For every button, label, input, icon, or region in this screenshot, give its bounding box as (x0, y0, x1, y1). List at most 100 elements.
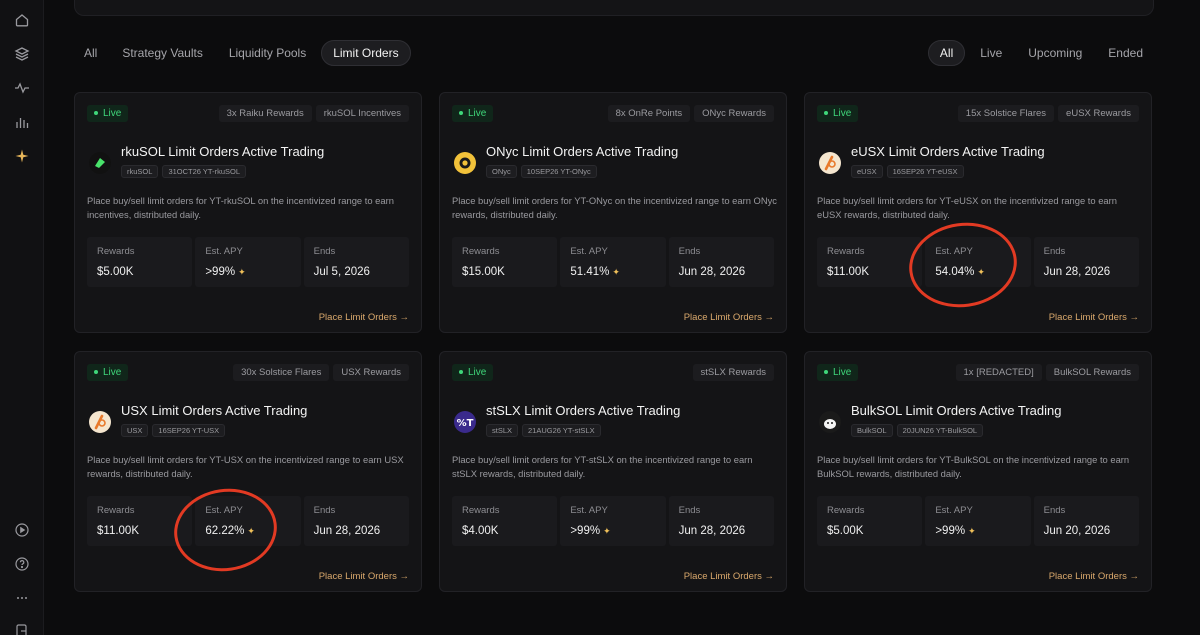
bar-chart-icon[interactable] (13, 113, 31, 131)
ends-label: Ends (313, 246, 336, 257)
ends-label: Ends (1043, 246, 1066, 257)
layers-icon[interactable] (13, 45, 31, 63)
live-dot-icon (459, 111, 463, 115)
vault-card[interactable]: Live 3x Raiku Rewards rkuSOL Incentives r… (74, 92, 422, 333)
apy-amount: 54.04% (935, 266, 975, 278)
apy-value: >99% ✦ (570, 525, 655, 537)
vault-card[interactable]: Live stSLX Rewards %T stSLX Limit Orders… (439, 351, 787, 592)
ends-stat: Ends Jun 28, 2026 (1033, 237, 1139, 287)
status-badge: Live (452, 363, 494, 381)
apy-label: Est. APY (570, 505, 608, 516)
place-limit-orders-link[interactable]: Place Limit Orders → (684, 312, 774, 323)
live-dot-icon (824, 370, 828, 374)
apy-amount: 51.41% (570, 266, 610, 278)
place-limit-orders-link[interactable]: Place Limit Orders → (1049, 571, 1139, 582)
card-title[interactable]: eUSX Limit Orders Active Trading (851, 144, 1045, 159)
sparkle-icon[interactable]: ✦ (968, 526, 976, 537)
rewards-value: $4.00K (462, 525, 547, 537)
token-tag: 16SEP26 YT-USX (152, 424, 226, 437)
apy-amount: >99% (205, 266, 236, 278)
filter-strategy-vaults[interactable]: Strategy Vaults (111, 40, 213, 66)
apy-label: Est. APY (935, 505, 973, 516)
status-filter: All Live Upcoming Ended (927, 40, 1154, 66)
token-tag: 21AUG26 YT-stSLX (522, 424, 601, 437)
vault-card[interactable]: Live 1x [REDACTED] BulkSOL Rewards BulkSO… (804, 351, 1152, 592)
place-limit-orders-link[interactable]: Place Limit Orders → (1049, 312, 1139, 323)
card-title[interactable]: rkuSOL Limit Orders Active Trading (121, 144, 324, 159)
ends-value: Jun 20, 2026 (1044, 525, 1129, 537)
ends-value: Jun 28, 2026 (679, 266, 764, 278)
card-header: Live 3x Raiku Rewards rkuSOL Incentives (87, 104, 409, 122)
status-label: Live (103, 366, 122, 378)
ends-label: Ends (1043, 505, 1066, 516)
rewards-amount: $11.00K (827, 266, 869, 278)
status-badge: Live (87, 104, 129, 122)
status-badge: Live (817, 104, 859, 122)
sparkle-icon[interactable]: ✦ (238, 267, 246, 278)
home-icon[interactable] (13, 11, 31, 29)
logout-icon[interactable] (13, 622, 31, 635)
apy-value: >99% ✦ (935, 525, 1020, 537)
status-live[interactable]: Live (969, 40, 1013, 66)
sparkle-icon[interactable]: ✦ (603, 526, 611, 537)
token-tag: BulkSOL (851, 424, 893, 437)
filter-limit-orders[interactable]: Limit Orders (321, 40, 411, 66)
rewards-value: $11.00K (827, 266, 912, 278)
play-circle-icon[interactable] (13, 521, 31, 539)
vault-card[interactable]: Live 15x Solstice Flares eUSX Rewards eUS… (804, 92, 1152, 333)
card-header: Live stSLX Rewards (452, 363, 774, 381)
card-title[interactable]: stSLX Limit Orders Active Trading (486, 403, 680, 418)
token-tag: 20JUN26 YT-BulkSOL (896, 424, 984, 437)
more-icon[interactable] (13, 589, 31, 607)
apy-value: 62.22% ✦ (205, 525, 290, 537)
apy-stat: Est. APY >99% ✦ (560, 496, 666, 546)
place-limit-orders-link[interactable]: Place Limit Orders → (319, 312, 409, 323)
card-title[interactable]: ONyc Limit Orders Active Trading (486, 144, 678, 159)
filter-liquidity-pools[interactable]: Liquidity Pools (218, 40, 317, 66)
rewards-value: $11.00K (97, 525, 182, 537)
rewards-stat: Rewards $11.00K (817, 237, 923, 287)
stats-row: Rewards $15.00K Est. APY 51.41% ✦ Ends Ju… (452, 237, 774, 287)
sparkle-icon[interactable]: ✦ (977, 267, 985, 278)
reward-tag: ONyc Rewards (694, 104, 774, 122)
token-tag: stSLX (486, 424, 519, 437)
status-all[interactable]: All (927, 40, 966, 66)
apy-label: Est. APY (205, 246, 243, 257)
ends-stat: Ends Jun 28, 2026 (668, 237, 774, 287)
reward-tag: eUSX Rewards (1058, 104, 1139, 122)
status-label: Live (468, 366, 487, 378)
card-description: Place buy/sell limit orders for YT-rkuSO… (87, 195, 394, 220)
vault-card[interactable]: Live 8x OnRe Points ONyc Rewards ONyc Lim… (439, 92, 787, 333)
live-dot-icon (459, 370, 463, 374)
token-logo-icon (819, 411, 841, 433)
rewards-tags: stSLX Rewards (692, 363, 774, 381)
live-dot-icon (94, 370, 98, 374)
place-limit-orders-link[interactable]: Place Limit Orders → (684, 571, 774, 582)
sparkle-icon[interactable] (13, 147, 31, 165)
status-upcoming[interactable]: Upcoming (1017, 40, 1093, 66)
reward-tag: 3x Raiku Rewards (218, 104, 312, 122)
apy-stat: Est. APY >99% ✦ (195, 237, 301, 287)
ends-date: Jun 28, 2026 (313, 525, 381, 537)
apy-value: 54.04% ✦ (935, 266, 1020, 278)
activity-icon[interactable] (13, 79, 31, 97)
status-ended[interactable]: Ended (1097, 40, 1154, 66)
status-label: Live (468, 107, 487, 119)
place-limit-orders-link[interactable]: Place Limit Orders → (319, 571, 409, 582)
apy-label: Est. APY (205, 505, 243, 516)
stats-row: Rewards $11.00K Est. APY 54.04% ✦ Ends Ju… (817, 237, 1139, 287)
ends-value: Jul 5, 2026 (314, 266, 399, 278)
sparkle-icon[interactable]: ✦ (247, 526, 255, 537)
token-tags: BulkSOL 20JUN26 YT-BulkSOL (851, 424, 984, 437)
help-circle-icon[interactable] (13, 555, 31, 573)
token-tag: 10SEP26 YT-ONyc (520, 165, 597, 178)
card-title[interactable]: BulkSOL Limit Orders Active Trading (851, 403, 1062, 418)
card-title[interactable]: USX Limit Orders Active Trading (121, 403, 307, 418)
sparkle-icon[interactable]: ✦ (612, 267, 620, 278)
filter-all[interactable]: All (74, 40, 107, 66)
sidebar (0, 0, 44, 635)
reward-tag: 30x Solstice Flares (233, 363, 330, 381)
token-tag: eUSX (851, 165, 883, 178)
vault-card[interactable]: Live 30x Solstice Flares USX Rewards USX … (74, 351, 422, 592)
live-dot-icon (824, 111, 828, 115)
